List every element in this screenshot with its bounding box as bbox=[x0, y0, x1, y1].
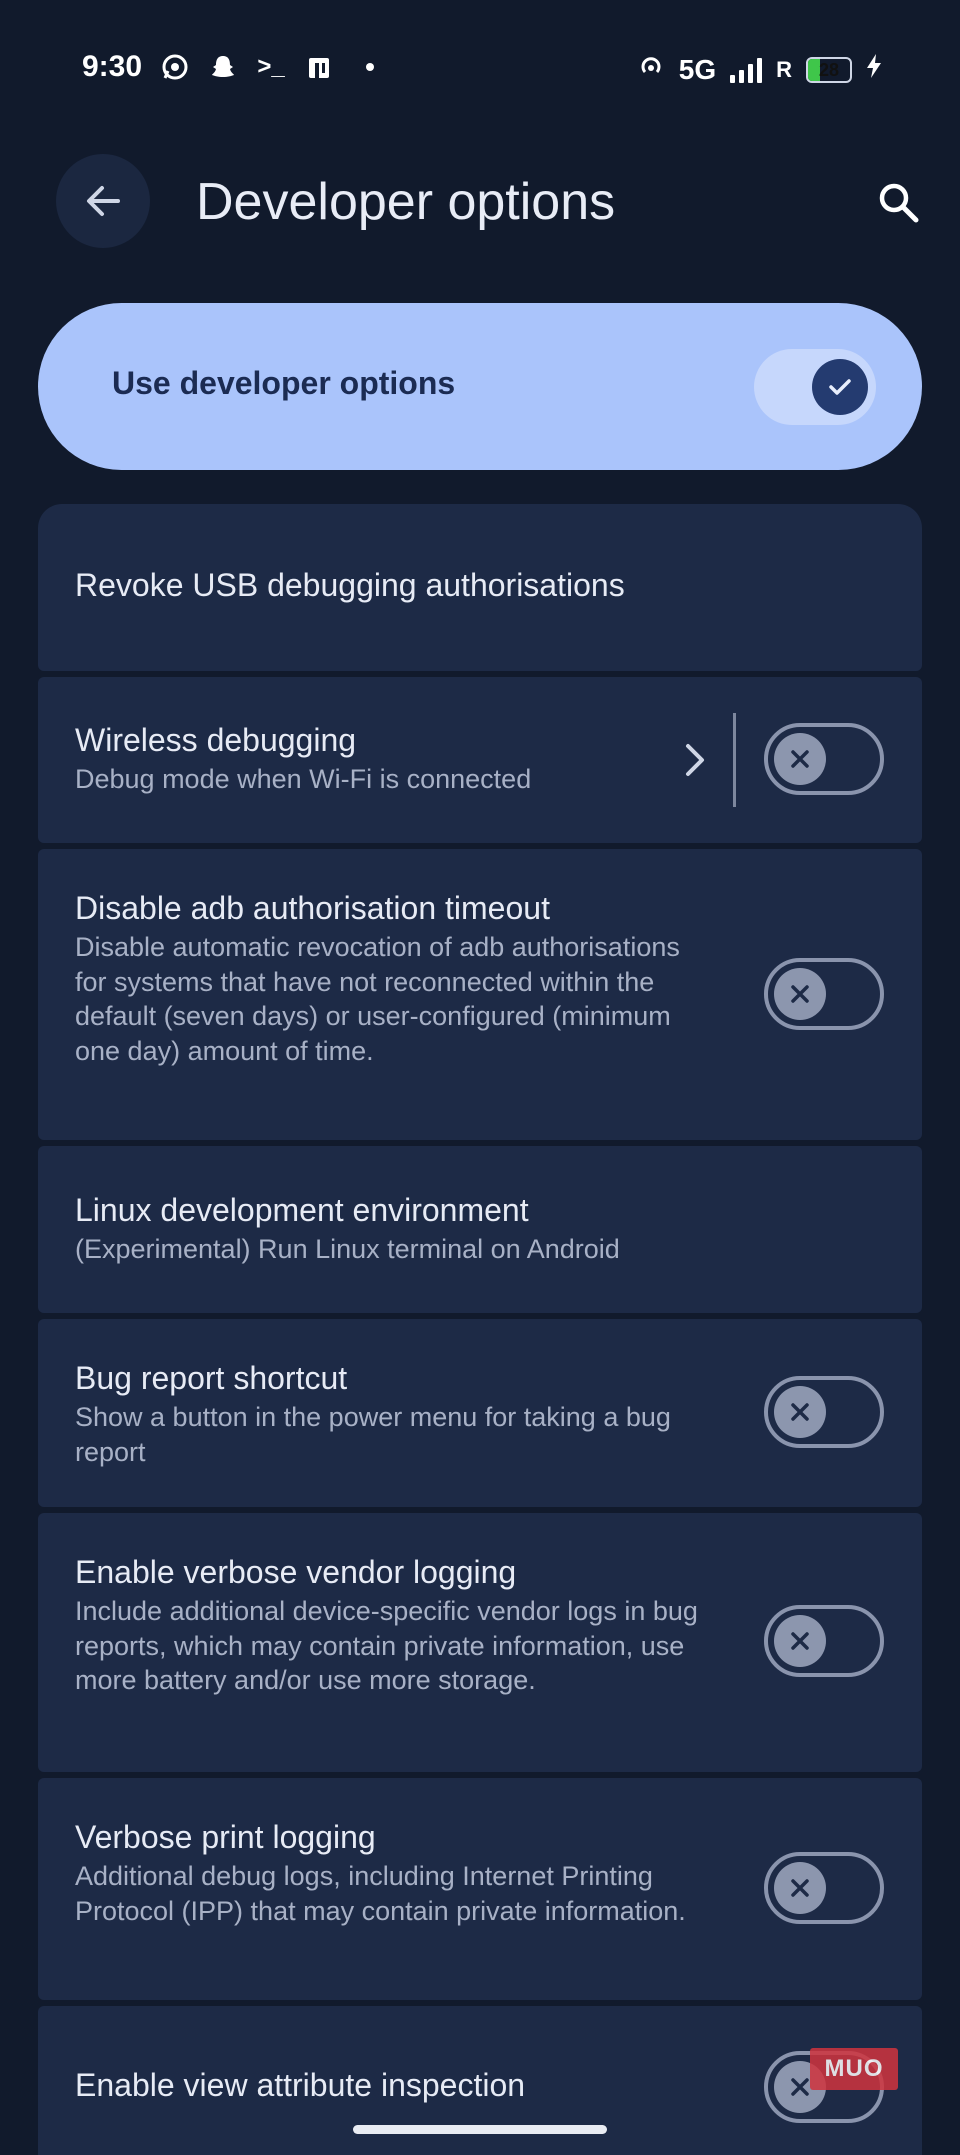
network-type: 5G bbox=[678, 53, 717, 85]
roaming-indicator: R bbox=[776, 56, 792, 82]
close-icon bbox=[791, 985, 809, 1003]
bug-report-shortcut-switch[interactable] bbox=[764, 1376, 884, 1448]
snapchat-icon bbox=[208, 52, 238, 82]
system-icons: 5G R 28 bbox=[637, 52, 882, 87]
setting-title: Bug report shortcut bbox=[75, 1360, 348, 1396]
search-icon bbox=[879, 183, 919, 223]
verbose-print-logging-switch[interactable] bbox=[764, 1852, 884, 1924]
divider bbox=[733, 713, 736, 807]
battery-level: 28 bbox=[818, 59, 840, 80]
battery-icon: 28 bbox=[806, 56, 852, 83]
setting-verbose-print-logging[interactable]: Verbose print logging Additional debug l… bbox=[38, 1778, 922, 2000]
notification-icons: >_ bbox=[160, 52, 374, 82]
app-bar: Developer options bbox=[0, 150, 960, 260]
whatsapp-icon bbox=[160, 52, 190, 82]
setting-title: Wireless debugging bbox=[75, 722, 357, 758]
chevron-right-icon[interactable] bbox=[674, 740, 714, 780]
setting-title: Verbose print logging bbox=[75, 1819, 376, 1855]
close-icon bbox=[791, 1403, 809, 1421]
setting-subtitle: Show a button in the power menu for taki… bbox=[75, 1402, 671, 1467]
close-icon bbox=[791, 1879, 809, 1897]
setting-linux-dev-env[interactable]: Linux development environment (Experimen… bbox=[38, 1146, 922, 1313]
use-developer-options-toggle[interactable]: Use developer options bbox=[38, 303, 922, 470]
switch-thumb-on bbox=[812, 359, 868, 415]
setting-subtitle: Disable automatic revocation of adb auth… bbox=[75, 932, 680, 1066]
setting-bug-report-shortcut[interactable]: Bug report shortcut Show a button in the… bbox=[38, 1319, 922, 1507]
switch-thumb-off bbox=[774, 1615, 826, 1667]
muo-watermark: MUO bbox=[810, 2048, 898, 2090]
charging-icon bbox=[866, 53, 882, 86]
close-icon bbox=[791, 1632, 809, 1650]
switch-thumb-off bbox=[774, 1386, 826, 1438]
setting-disable-adb-timeout[interactable]: Disable adb authorisation timeout Disabl… bbox=[38, 849, 922, 1140]
switch-thumb-off bbox=[774, 733, 826, 785]
clipboard-icon bbox=[304, 52, 334, 82]
disable-adb-timeout-switch[interactable] bbox=[764, 958, 884, 1030]
terminal-icon: >_ bbox=[257, 53, 285, 80]
setting-subtitle: Additional debug logs, including Interne… bbox=[75, 1861, 686, 1926]
hotspot-icon bbox=[637, 52, 665, 87]
switch-thumb-off bbox=[774, 968, 826, 1020]
search-button[interactable] bbox=[866, 170, 930, 234]
setting-title: Linux development environment bbox=[75, 1192, 529, 1228]
setting-title: Enable view attribute inspection bbox=[75, 2067, 526, 2103]
status-bar: 9:30 >_ 5G R 28 bbox=[0, 0, 960, 120]
page-title: Developer options bbox=[196, 173, 616, 231]
check-icon bbox=[829, 379, 851, 395]
back-button[interactable] bbox=[56, 154, 150, 248]
master-switch[interactable] bbox=[754, 349, 876, 425]
setting-wireless-debugging[interactable]: Wireless debugging Debug mode when Wi-Fi… bbox=[38, 677, 922, 843]
more-notifications-icon bbox=[366, 63, 374, 71]
wireless-debugging-switch[interactable] bbox=[764, 723, 884, 795]
setting-subtitle: Include additional device-specific vendo… bbox=[75, 1596, 698, 1695]
arrow-left-icon bbox=[87, 186, 120, 216]
signal-icon bbox=[730, 57, 763, 83]
status-time: 9:30 bbox=[82, 50, 143, 83]
home-gesture-bar[interactable] bbox=[353, 2125, 607, 2134]
setting-subtitle: (Experimental) Run Linux terminal on And… bbox=[75, 1234, 620, 1264]
close-icon bbox=[791, 750, 809, 768]
setting-verbose-vendor-logging[interactable]: Enable verbose vendor logging Include ad… bbox=[38, 1513, 922, 1772]
setting-title: Enable verbose vendor logging bbox=[75, 1554, 517, 1590]
setting-revoke-usb[interactable]: Revoke USB debugging authorisations bbox=[38, 504, 922, 671]
verbose-vendor-logging-switch[interactable] bbox=[764, 1605, 884, 1677]
setting-title: Revoke USB debugging authorisations bbox=[75, 567, 625, 603]
setting-title: Disable adb authorisation timeout bbox=[75, 890, 550, 926]
use-developer-options-label: Use developer options bbox=[112, 365, 456, 401]
setting-subtitle: Debug mode when Wi-Fi is connected bbox=[75, 764, 532, 794]
switch-thumb-off bbox=[774, 1862, 826, 1914]
